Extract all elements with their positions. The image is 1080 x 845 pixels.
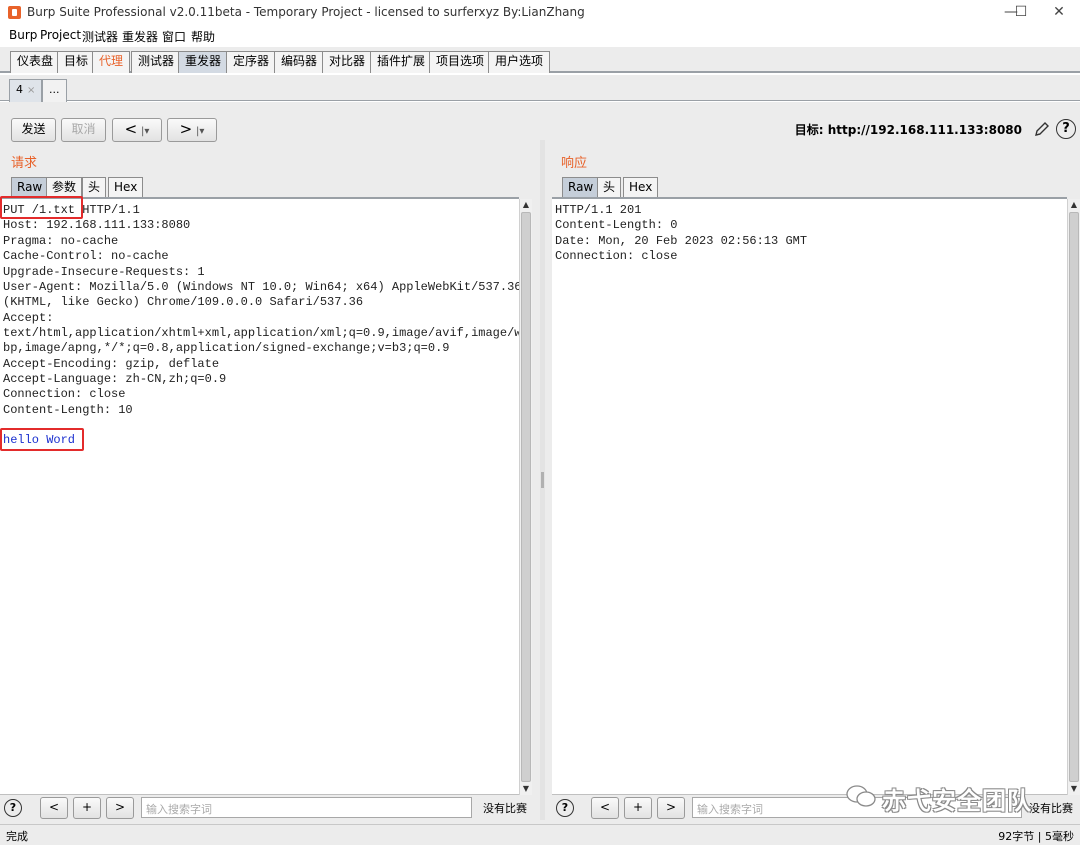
request-header-line: Accept-Encoding: gzip, deflate xyxy=(3,357,220,371)
response-panel-title: 响应 xyxy=(561,156,588,171)
request-header-line: Accept: xyxy=(3,311,54,325)
tab-dashboard[interactable]: 仪表盘 xyxy=(10,51,61,73)
target-prefix: 目标: xyxy=(794,123,824,137)
target-display: 目标: http://192.168.111.133:8080 xyxy=(795,121,1022,138)
send-button[interactable]: 发送 xyxy=(11,118,56,142)
forward-button[interactable]: > |▾ xyxy=(167,118,217,142)
request-header-line: Pragma: no-cache xyxy=(3,234,119,248)
request-body-highlight xyxy=(0,428,84,451)
panel-splitter[interactable] xyxy=(540,140,545,820)
tab-project-options[interactable]: 项目选项 xyxy=(429,51,492,73)
request-search-help-icon[interactable]: ? xyxy=(4,799,22,817)
response-search-help-icon[interactable]: ? xyxy=(556,799,574,817)
scroll-up-icon[interactable]: ▲ xyxy=(1068,199,1080,211)
menu-project[interactable]: Project xyxy=(40,28,81,42)
watermark-text: 赤弋安全团队 xyxy=(882,787,1032,815)
menu-window[interactable]: 窗口 xyxy=(162,28,186,45)
repeater-tab-new[interactable]: ... xyxy=(42,79,67,102)
response-status-line: HTTP/1.1 201 xyxy=(555,203,642,217)
edit-target-pencil-icon[interactable] xyxy=(1032,119,1052,139)
response-tab-headers[interactable]: 头 xyxy=(597,177,622,198)
main-tab-bar: 仪表盘 目标 代理 测试器 重发器 定序器 编码器 对比器 插件扩展 项目选项 … xyxy=(0,47,1080,73)
request-tab-params[interactable]: 参数 xyxy=(46,177,83,198)
status-right: 92字节 | 5毫秒 xyxy=(998,830,1074,843)
request-header-line: Host: 192.168.111.133:8080 xyxy=(3,218,191,232)
request-header-line: Cache-Control: no-cache xyxy=(3,249,169,263)
request-search-add-button[interactable]: + xyxy=(73,797,101,819)
request-header-line: (KHTML, like Gecko) Chrome/109.0.0.0 Saf… xyxy=(3,295,364,309)
window-title: Burp Suite Professional v2.0.11beta - Te… xyxy=(27,5,585,19)
menu-bar: Burp Project 测试器 重发器 窗口 帮助 xyxy=(0,26,1080,46)
request-header-line: bp,image/apng,*/*;q=0.8,application/sign… xyxy=(3,341,450,355)
close-tab-icon[interactable]: × xyxy=(27,85,35,96)
request-scrollbar[interactable]: ▲ ▼ xyxy=(519,199,532,795)
tab-sequencer[interactable]: 定序器 xyxy=(226,51,277,73)
menu-repeater[interactable]: 重发器 xyxy=(122,28,158,45)
response-header-line: Content-Length: 0 xyxy=(555,218,678,232)
cancel-button[interactable]: 取消 xyxy=(61,118,106,142)
response-tab-hex[interactable]: Hex xyxy=(623,177,659,198)
menu-help[interactable]: 帮助 xyxy=(191,28,215,45)
scroll-down-icon[interactable]: ▼ xyxy=(1068,783,1080,795)
response-scrollbar-thumb[interactable] xyxy=(1069,212,1079,782)
response-header-line: Date: Mon, 20 Feb 2023 02:56:13 GMT xyxy=(555,234,808,248)
request-match-count: 没有比赛 xyxy=(483,802,527,815)
tab-decoder[interactable]: 编码器 xyxy=(274,51,325,73)
response-search-next-button[interactable]: > xyxy=(657,797,685,819)
forward-arrow-icon: > xyxy=(179,120,193,138)
request-tab-hex[interactable]: Hex xyxy=(108,177,144,198)
request-search-input[interactable]: 输入搜索字词 xyxy=(141,797,472,818)
forward-history-menu-icon[interactable]: |▾ xyxy=(196,126,204,137)
request-line-highlight xyxy=(0,196,83,219)
response-search-add-button[interactable]: + xyxy=(624,797,652,819)
scroll-up-icon[interactable]: ▲ xyxy=(520,199,532,211)
title-bar: Burp Suite Professional v2.0.11beta - Te… xyxy=(0,0,1080,26)
request-header-line: Upgrade-Insecure-Requests: 1 xyxy=(3,265,205,279)
repeater-tab-4[interactable]: 4 × xyxy=(9,79,43,102)
request-search-prev-button[interactable]: < xyxy=(40,797,68,819)
burp-logo-icon xyxy=(8,6,21,19)
menu-burp[interactable]: Burp xyxy=(9,28,37,42)
request-editor[interactable]: PUT /1.txt HTTP/1.1 Host: 192.168.111.13… xyxy=(0,196,529,795)
request-header-line: text/html,application/xhtml+xml,applicat… xyxy=(3,326,529,340)
response-match-count: 没有比赛 xyxy=(1029,802,1073,815)
scroll-down-icon[interactable]: ▼ xyxy=(520,783,532,795)
splitter-grip-icon[interactable] xyxy=(541,472,544,488)
back-button[interactable]: < |▾ xyxy=(112,118,162,142)
request-header-line: Connection: close xyxy=(3,387,126,401)
back-history-menu-icon[interactable]: |▾ xyxy=(141,126,149,137)
tab-extender[interactable]: 插件扩展 xyxy=(370,51,433,73)
request-header-line: Content-Length: 10 xyxy=(3,403,133,417)
help-icon[interactable]: ? xyxy=(1056,119,1076,139)
tab-target[interactable]: 目标 xyxy=(57,51,96,73)
request-tab-raw[interactable]: Raw xyxy=(11,177,49,198)
response-header-line: Connection: close xyxy=(555,249,678,263)
request-scrollbar-thumb[interactable] xyxy=(521,212,531,782)
response-scrollbar[interactable]: ▲ ▼ xyxy=(1067,199,1080,795)
response-search-prev-button[interactable]: < xyxy=(591,797,619,819)
request-header-line: Accept-Language: zh-CN,zh;q=0.9 xyxy=(3,372,227,386)
back-arrow-icon: < xyxy=(124,120,138,138)
tab-proxy[interactable]: 代理 xyxy=(92,51,131,73)
tab-intruder[interactable]: 测试器 xyxy=(131,51,182,73)
request-search-next-button[interactable]: > xyxy=(106,797,134,819)
menu-intruder[interactable]: 测试器 xyxy=(82,28,118,45)
response-editor[interactable]: HTTP/1.1 201 Content-Length: 0 Date: Mon… xyxy=(552,197,1067,795)
request-tab-headers[interactable]: 头 xyxy=(82,177,107,198)
response-tab-raw[interactable]: Raw xyxy=(562,177,600,198)
request-header-line: User-Agent: Mozilla/5.0 (Windows NT 10.0… xyxy=(3,280,522,294)
tab-user-options[interactable]: 用户选项 xyxy=(488,51,551,73)
status-bar: 完成 92字节 | 5毫秒 xyxy=(0,824,1080,845)
tab-repeater[interactable]: 重发器 xyxy=(178,51,229,73)
repeater-tab-label: 4 xyxy=(16,83,23,96)
wechat-logo-icon xyxy=(845,782,877,810)
request-panel-title: 请求 xyxy=(11,156,38,171)
target-url: http://192.168.111.133:8080 xyxy=(827,123,1022,137)
tab-comparer[interactable]: 对比器 xyxy=(322,51,373,73)
status-left: 完成 xyxy=(6,830,28,843)
close-button[interactable]: ✕ xyxy=(1036,0,1080,26)
repeater-tab-bar: 4 × ... xyxy=(0,75,1080,102)
